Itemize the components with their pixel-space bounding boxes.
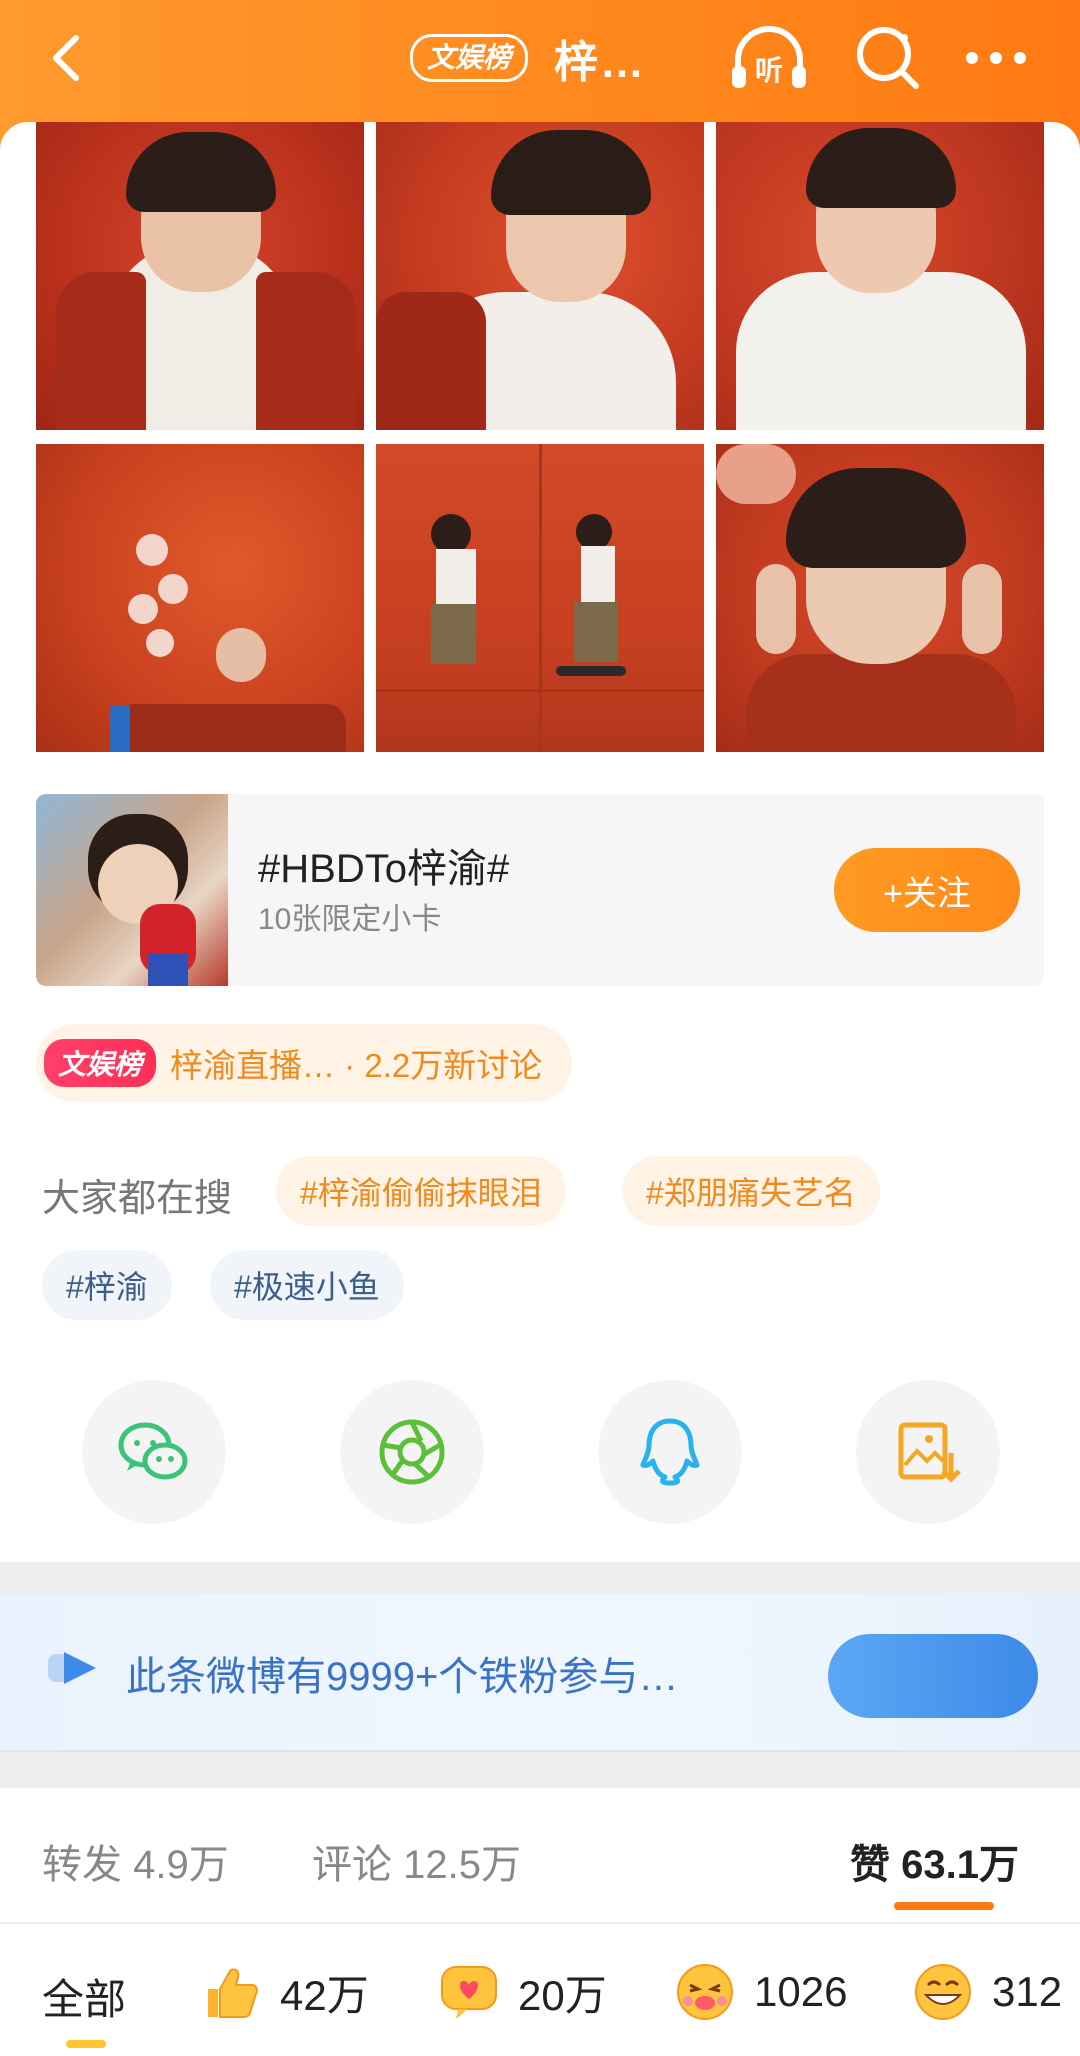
topic-thumbnail (36, 794, 228, 986)
topic-card[interactable]: #HBDTo梓渝# 10张限定小卡 +关注 (36, 794, 1044, 986)
reaction-count: 20万 (518, 1971, 607, 2019)
reaction-filter-all[interactable]: 全部 (42, 1966, 126, 2027)
reaction-filter[interactable]: 42万 (200, 1952, 369, 2032)
search-icon (857, 27, 919, 89)
topic-name: #HBDTo梓渝# (258, 847, 510, 891)
heart-bubble-emoji-icon (441, 1966, 497, 2019)
photo-4[interactable] (36, 444, 364, 752)
save-image-button[interactable] (856, 1380, 1000, 1524)
share-qq-button[interactable] (598, 1380, 742, 1524)
listen-label: 听 (755, 54, 783, 87)
moments-icon (379, 1419, 445, 1485)
search-tag[interactable]: #梓渝 (42, 1250, 172, 1320)
topic-description: 10张限定小卡 (258, 903, 442, 936)
wechat-icon (118, 1422, 188, 1480)
headphones-icon: 听 (732, 26, 806, 88)
reaction-count: 1026 (754, 1968, 848, 2015)
rank-tag: 文娱榜 (410, 34, 529, 82)
reaction-filter-indicator (66, 2040, 106, 2048)
like-count[interactable]: 赞 63.1万 (850, 1832, 1019, 1890)
page-title: 梓… (554, 38, 647, 87)
reaction-filter[interactable]: 1026 (674, 1952, 847, 2032)
search-button[interactable] (852, 22, 924, 94)
play-arrows-icon (48, 1652, 96, 1684)
repost-count[interactable]: 转发 4.9万 (42, 1832, 229, 1890)
grin-emoji-icon (915, 1964, 971, 2020)
reaction-filter[interactable]: 20万 (438, 1952, 607, 2032)
follow-button[interactable]: +关注 (834, 848, 1020, 932)
fan-banner-action-button[interactable] (828, 1634, 1038, 1718)
more-dots-icon (966, 52, 1026, 64)
photo-2[interactable] (376, 122, 704, 430)
trending-pill[interactable]: 文娱榜 梓渝直播… · 2.2万新讨论 (36, 1024, 573, 1102)
fan-participation-banner[interactable]: 此条微博有9999+个铁粉参与… (0, 1594, 1080, 1752)
header-title-group[interactable]: 文娱榜 梓… (410, 30, 646, 87)
search-tag[interactable]: #郑朋痛失艺名 (622, 1156, 880, 1226)
more-button[interactable] (960, 22, 1032, 94)
section-divider (0, 1562, 1080, 1594)
active-tab-indicator (894, 1902, 994, 1910)
reaction-count: 42万 (280, 1971, 369, 2019)
share-wechat-button[interactable] (82, 1380, 226, 1524)
comment-count[interactable]: 评论 12.5万 (312, 1832, 521, 1890)
qq-icon (640, 1418, 700, 1486)
reaction-filter[interactable]: 312 (912, 1952, 1062, 2032)
trend-text: 梓渝直播… · 2.2万新讨论 (170, 1047, 543, 1084)
search-tag[interactable]: #梓渝偷偷抹眼泪 (276, 1156, 566, 1226)
kiss-emoji-icon (677, 1964, 733, 2020)
fan-banner-text: 此条微博有9999+个铁粉参与… (126, 1655, 679, 1699)
search-tag[interactable]: #极速小鱼 (210, 1250, 404, 1320)
section-divider (0, 1752, 1080, 1788)
photo-5[interactable] (376, 444, 704, 752)
reaction-count: 312 (992, 1968, 1063, 2015)
thumbs-up-emoji-icon (208, 1968, 258, 2018)
back-chevron-icon (53, 35, 79, 81)
photo-3[interactable] (716, 122, 1044, 430)
back-button[interactable] (38, 28, 98, 88)
save-image-icon (898, 1422, 961, 1483)
row-divider (0, 1922, 1080, 1924)
photo-6[interactable] (716, 444, 1044, 752)
search-suggestions-label: 大家都在搜 (42, 1178, 233, 1220)
photo-1[interactable] (36, 122, 364, 430)
listen-button[interactable]: 听 (728, 22, 810, 94)
trend-badge: 文娱榜 (44, 1039, 157, 1087)
share-moments-button[interactable] (340, 1380, 484, 1524)
